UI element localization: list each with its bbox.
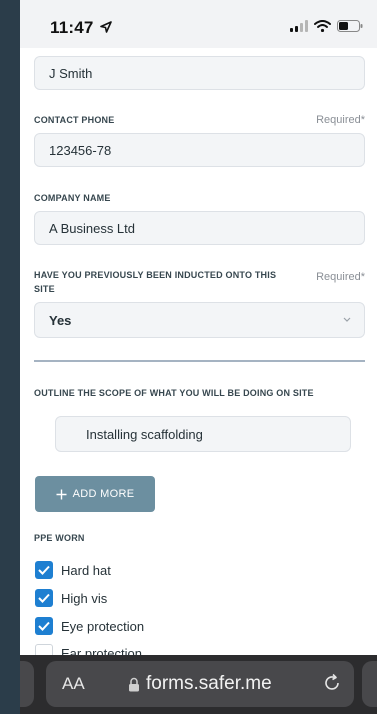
- checkbox-checked[interactable]: [35, 617, 53, 635]
- signal-icon: [290, 20, 308, 32]
- contact-phone-value: 123456-78: [49, 142, 112, 158]
- checkbox-checked[interactable]: [35, 589, 53, 607]
- address-bar[interactable]: AA forms.safer.me: [46, 661, 354, 707]
- company-name-field[interactable]: A Business Ltd: [34, 211, 365, 245]
- checkbox-checked[interactable]: [35, 561, 53, 579]
- contact-phone-required: Required*: [316, 114, 365, 126]
- plus-icon: [56, 489, 67, 499]
- ppe-item-eye-protection[interactable]: Eye protection: [35, 617, 144, 635]
- status-icons: [290, 20, 363, 32]
- name-field[interactable]: J Smith: [34, 56, 365, 90]
- scope-field[interactable]: Installing scaffolding: [55, 416, 351, 452]
- wifi-icon: [314, 20, 331, 32]
- inducted-value: Yes: [49, 312, 72, 328]
- add-more-button[interactable]: ADD MORE: [35, 476, 155, 512]
- location-arrow-icon: [100, 21, 113, 33]
- add-more-label: ADD MORE: [72, 488, 135, 500]
- chevron-down-icon: [343, 317, 351, 322]
- company-name-value: A Business Ltd: [49, 220, 135, 236]
- status-time: 11:47: [50, 18, 113, 38]
- inducted-required: Required*: [316, 271, 365, 283]
- scope-label: OUTLINE THE SCOPE OF WHAT YOU WILL BE DO…: [34, 388, 314, 398]
- contact-phone-label: CONTACT PHONE: [34, 115, 115, 125]
- name-value: J Smith: [49, 65, 93, 81]
- ppe-item-label: Hard hat: [61, 562, 111, 578]
- section-divider: [34, 360, 365, 362]
- phone-screen: 11:47 J Smith CONTACT PHONE Required* 12…: [20, 0, 377, 714]
- company-name-label: COMPANY NAME: [34, 193, 111, 203]
- text-size-button[interactable]: AA: [62, 674, 85, 694]
- aa-label: AA: [62, 674, 85, 693]
- check-icon: [38, 593, 50, 603]
- url-display[interactable]: forms.safer.me: [128, 673, 272, 695]
- check-icon: [38, 565, 50, 575]
- ppe-label: PPE WORN: [34, 533, 85, 543]
- previous-tab-edge[interactable]: [20, 661, 34, 707]
- status-bar: 11:47: [20, 0, 377, 48]
- battery-icon: [337, 20, 363, 32]
- url-text: forms.safer.me: [146, 673, 272, 694]
- inducted-label: HAVE YOU PREVIOUSLY BEEN INDUCTED ONTO T…: [34, 270, 276, 294]
- ppe-item-label: Eye protection: [61, 618, 145, 634]
- next-tab-edge[interactable]: [362, 661, 377, 707]
- contact-phone-field[interactable]: 123456-78: [34, 133, 365, 167]
- ppe-item-high-vis[interactable]: High vis: [35, 589, 107, 607]
- check-icon: [38, 621, 50, 631]
- inducted-select[interactable]: Yes: [34, 302, 365, 338]
- ppe-item-label: High vis: [61, 590, 108, 606]
- browser-bar: AA forms.safer.me: [20, 655, 377, 714]
- scope-value: Installing scaffolding: [86, 426, 203, 442]
- inducted-label-line1: HAVE YOU PREVIOUSLY BEEN INDUCTED ONTO T…: [34, 270, 277, 280]
- time-text: 11:47: [50, 18, 94, 37]
- ppe-item-hard-hat[interactable]: Hard hat: [35, 561, 111, 579]
- lock-icon: [129, 677, 139, 691]
- inducted-label-line2: SITE: [34, 284, 55, 294]
- reload-icon[interactable]: [322, 673, 342, 693]
